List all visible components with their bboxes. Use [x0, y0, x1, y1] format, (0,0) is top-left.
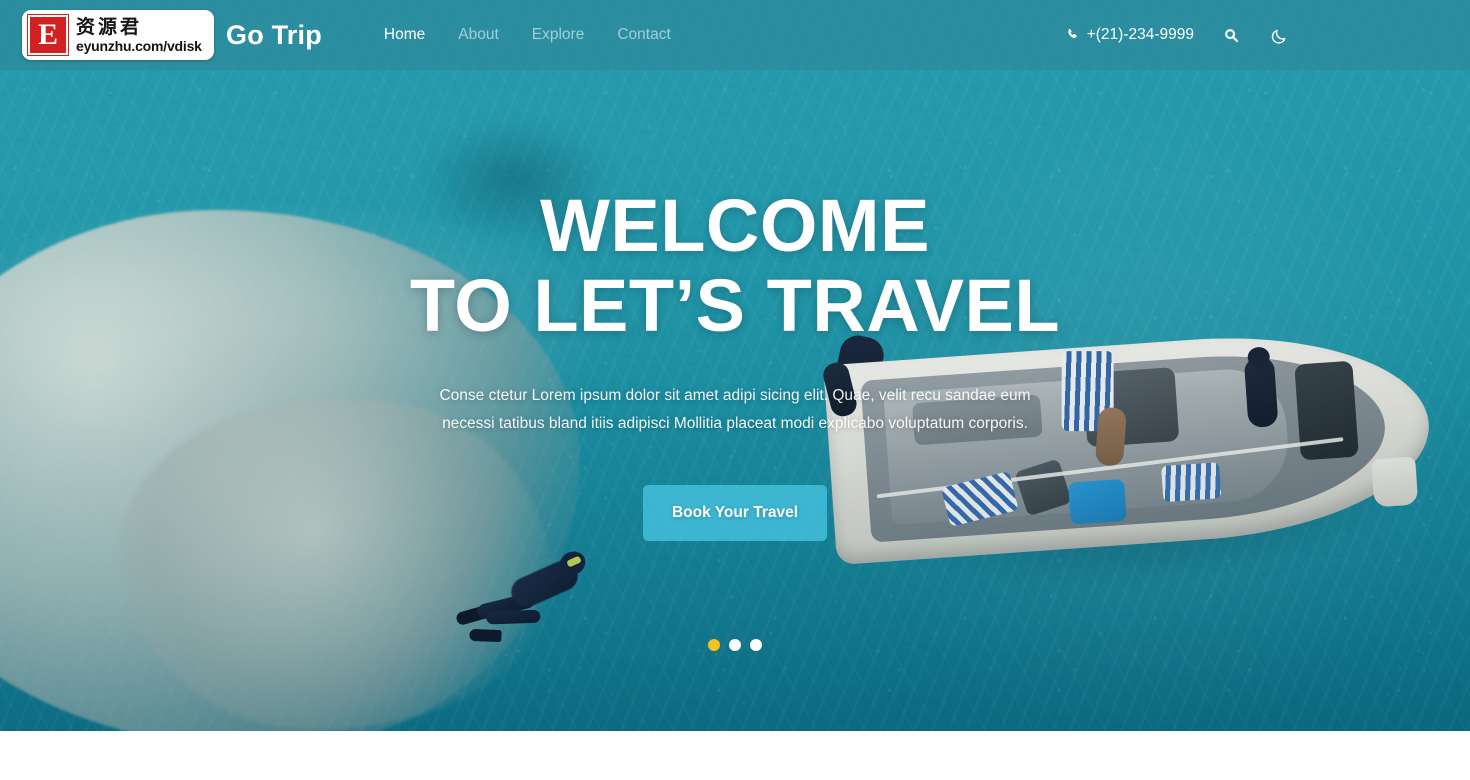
watermark-badge-letter: E [37, 18, 58, 51]
hero-background-image [0, 0, 1470, 731]
watermark-text: 资源君 eyunzhu.com/vdisk [76, 15, 202, 54]
nav-item-home[interactable]: Home [384, 26, 425, 44]
hero-title-line-2: TO LET’S TRAVEL [409, 263, 1061, 347]
nav-item-explore[interactable]: Explore [532, 26, 585, 44]
search-icon [1224, 28, 1238, 42]
phone-number[interactable]: +(21)-234-9999 [1066, 26, 1194, 44]
brand-zone: E 资源君 eyunzhu.com/vdisk Go Trip [22, 10, 322, 60]
book-your-travel-button[interactable]: Book Your Travel [643, 485, 827, 542]
watermark-badge-icon: E [27, 14, 69, 56]
hero-title: WELCOME TO LET’S TRAVEL [410, 186, 1060, 346]
carousel-dot-3[interactable] [750, 639, 762, 651]
watermark-cn-text: 资源君 [76, 15, 143, 38]
nav-item-about[interactable]: About [458, 26, 499, 44]
hero-section [0, 0, 1470, 731]
page-body-below-hero [0, 731, 1470, 780]
nav-item-contact[interactable]: Contact [617, 26, 670, 44]
phone-icon [1067, 28, 1077, 39]
carousel-dot-1[interactable] [708, 639, 720, 651]
main-navigation: Home About Explore Contact [384, 26, 671, 44]
carousel-indicators [0, 639, 1470, 651]
theme-toggle-button[interactable] [1268, 24, 1290, 46]
moon-icon [1271, 29, 1285, 44]
header-actions: +(21)-234-9999 [1066, 24, 1290, 46]
page-root: E 资源君 eyunzhu.com/vdisk Go Trip Home Abo… [0, 0, 1470, 780]
watermark-url-text: eyunzhu.com/vdisk [76, 37, 202, 54]
phone-number-text: +(21)-234-9999 [1086, 26, 1194, 43]
carousel-dot-2[interactable] [729, 639, 741, 651]
hero-overlay-tint [0, 0, 1470, 731]
search-button[interactable] [1220, 24, 1242, 46]
site-header: E 资源君 eyunzhu.com/vdisk Go Trip Home Abo… [0, 0, 1470, 70]
hero-title-line-1: WELCOME [540, 184, 930, 267]
hero-subtitle: Conse ctetur Lorem ipsum dolor sit amet … [439, 386, 1031, 433]
site-title[interactable]: Go Trip [226, 20, 322, 51]
eyunzhu-watermark-logo: E 资源君 eyunzhu.com/vdisk [22, 10, 214, 60]
